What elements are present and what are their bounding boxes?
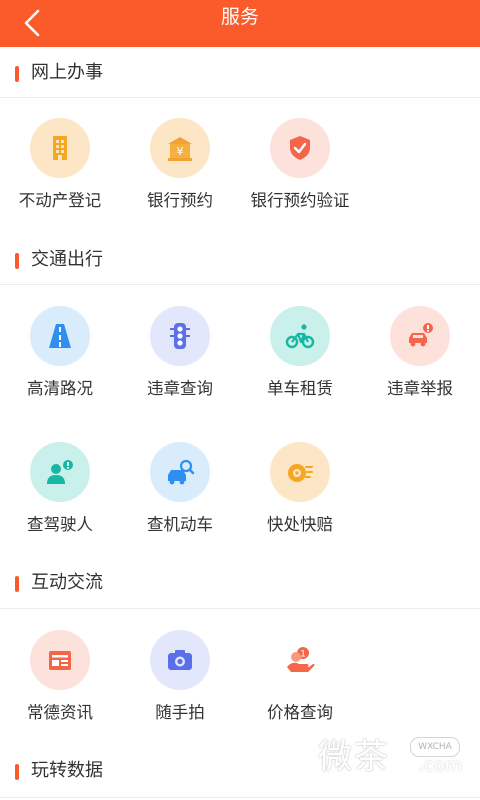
section-title: 网上办事 xyxy=(31,62,103,83)
svg-text:1: 1 xyxy=(300,650,306,660)
service-label: 查驾驶人 xyxy=(27,515,93,534)
section-header-traffic: 交通出行 xyxy=(0,235,480,283)
page-title: 服务 xyxy=(220,6,259,28)
divider xyxy=(0,608,480,609)
service-violation-query[interactable]: 违章查询 xyxy=(120,306,240,422)
service-driver-query[interactable]: 查驾驶人 xyxy=(0,442,120,558)
watermark-text: 微茶 xyxy=(318,737,390,777)
service-snapshot[interactable]: 随手拍 xyxy=(120,630,240,746)
svg-text:¥: ¥ xyxy=(177,145,184,158)
coin-hand-icon: 1 xyxy=(287,647,315,672)
service-label: 银行预约 xyxy=(147,191,213,210)
service-violation-report[interactable]: 违章举报 xyxy=(360,306,480,422)
watermark-badge: WXCHA xyxy=(410,737,460,757)
service-label: 高清路况 xyxy=(27,379,93,398)
service-quick-claim[interactable]: 快处快赔 xyxy=(240,442,360,558)
section-title: 玩转数据 xyxy=(31,760,103,781)
service-vehicle-query[interactable]: 查机动车 xyxy=(120,442,240,558)
section-accent-bar xyxy=(15,253,19,269)
traffic-light-icon xyxy=(170,323,190,349)
service-bank-appointment[interactable]: ¥ 银行预约 xyxy=(120,118,240,234)
service-real-estate-registration[interactable]: 不动产登记 xyxy=(0,118,120,234)
service-label: 不动产登记 xyxy=(18,191,102,210)
section-header-interaction: 互动交流 xyxy=(0,558,480,606)
fast-wheel-icon xyxy=(288,464,313,482)
divider xyxy=(0,284,480,285)
driver-alert-icon xyxy=(47,460,73,484)
section-header-online-services: 网上办事 xyxy=(0,48,480,96)
service-label: 违章查询 xyxy=(147,379,213,398)
service-road-conditions[interactable]: 高清路况 xyxy=(0,306,120,422)
service-label: 查机动车 xyxy=(147,515,213,534)
bank-yuan-icon: ¥ xyxy=(168,137,192,161)
building-icon xyxy=(53,136,67,160)
watermark: 微茶 WXCHA .com xyxy=(318,735,468,780)
watermark-suffix: .com xyxy=(418,755,463,776)
section-accent-bar xyxy=(15,576,19,592)
divider xyxy=(0,97,480,98)
section-title: 交通出行 xyxy=(31,249,103,270)
service-label: 常德资讯 xyxy=(27,703,93,722)
service-label: 价格查询 xyxy=(267,703,333,722)
camera-icon xyxy=(168,650,192,670)
news-icon xyxy=(49,651,71,670)
service-price-query[interactable]: 1 价格查询 xyxy=(240,630,360,746)
service-bank-appointment-verify[interactable]: 银行预约验证 xyxy=(240,118,360,234)
car-alert-icon xyxy=(409,323,433,347)
road-icon xyxy=(49,324,71,348)
shield-check-icon xyxy=(290,136,310,160)
top-app-bar: 服务 xyxy=(0,0,480,47)
service-changde-news[interactable]: 常德资讯 xyxy=(0,630,120,746)
divider xyxy=(0,797,480,798)
section-accent-bar xyxy=(15,764,19,780)
service-label: 银行预约验证 xyxy=(250,191,350,210)
service-label: 随手拍 xyxy=(155,703,205,722)
section-title: 互动交流 xyxy=(31,572,103,593)
bicycle-icon xyxy=(285,324,315,349)
service-label: 违章举报 xyxy=(387,379,453,398)
service-label: 单车租赁 xyxy=(267,379,333,398)
car-search-icon xyxy=(168,459,195,485)
service-bike-rental[interactable]: 单车租赁 xyxy=(240,306,360,422)
section-accent-bar xyxy=(15,66,19,82)
service-label: 快处快赔 xyxy=(267,515,333,534)
